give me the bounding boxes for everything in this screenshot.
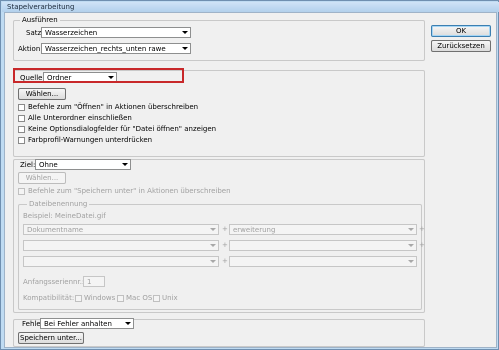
suppress-open-dialogs-label: Keine Optionsdialogfelder für "Datei öff… [28, 125, 217, 133]
chevron-down-icon [122, 163, 128, 166]
compatibility-label: Kompatibilität: [23, 294, 75, 302]
destination-select[interactable]: Ohne [35, 159, 131, 170]
chevron-down-icon [210, 260, 216, 263]
compat-unix-label: Unix [162, 294, 178, 302]
naming-row2-end-separator: + [419, 241, 425, 249]
naming-row3-left-select[interactable] [23, 256, 219, 267]
suppress-open-dialogs-checkbox[interactable] [18, 126, 25, 133]
naming-row1-separator: + [222, 225, 228, 233]
chevron-down-icon [408, 244, 414, 247]
destination-select-value: Ohne [39, 161, 58, 169]
compat-windows-checkbox[interactable] [75, 295, 82, 302]
chevron-down-icon [408, 260, 414, 263]
naming-row3-separator: + [222, 257, 228, 265]
naming-row2-left-select[interactable] [23, 240, 219, 251]
run-group: Ausführen Satz: Wasserzeichen Aktion: Wa… [13, 16, 425, 61]
title-bar: Stapelverarbeitung [2, 2, 499, 12]
file-naming-legend: Dateibenennung [27, 200, 90, 208]
errors-select[interactable]: Bei Fehler anhalten [40, 318, 134, 329]
start-number-label: Anfangsseriennr.: [23, 278, 85, 286]
naming-row1-right-select[interactable]: erweiterung [229, 224, 417, 235]
batch-dialog-window: Stapelverarbeitung Ausführen Satz: Wasse… [0, 0, 499, 350]
chevron-down-icon [182, 31, 188, 34]
suppress-color-warnings-checkbox[interactable] [18, 137, 25, 144]
chevron-down-icon [125, 322, 131, 325]
start-number-input[interactable]: 1 [83, 276, 105, 287]
override-save-checkbox[interactable] [18, 188, 25, 195]
chevron-down-icon [210, 244, 216, 247]
compat-unix-checkbox[interactable] [153, 295, 160, 302]
override-save-label: Befehle zum "Speichern unter" in Aktione… [28, 187, 231, 195]
errors-group: Fehler: Bei Fehler anhalten Speichern un… [13, 318, 425, 347]
include-subfolders-checkbox[interactable] [18, 115, 25, 122]
naming-row1-end-separator: + [419, 225, 425, 233]
naming-row1-right-value: erweiterung [233, 226, 276, 234]
compat-mac-checkbox[interactable] [117, 295, 124, 302]
compat-windows-label: Windows [84, 294, 116, 302]
dialog-body: Ausführen Satz: Wasserzeichen Aktion: Wa… [4, 12, 497, 348]
errors-select-value: Bei Fehler anhalten [44, 320, 112, 328]
file-naming-group: Dateibenennung Beispiel: MeineDatei.gif … [18, 200, 425, 310]
run-group-legend: Ausführen [20, 16, 60, 24]
source-highlight-frame [13, 68, 184, 83]
destination-group: Ziel: Ohne Wählen... Befehle zum "Speich… [13, 159, 425, 313]
destination-choose-button[interactable]: Wählen... [18, 172, 66, 184]
naming-example-label: Beispiel: MeineDatei.gif [23, 212, 106, 220]
action-select-value: Wasserzeichen_rechts_unten rawe [45, 45, 166, 53]
set-select-value: Wasserzeichen [45, 29, 98, 37]
override-open-checkbox[interactable] [18, 104, 25, 111]
ok-button[interactable]: OK [431, 25, 491, 37]
naming-row2-separator: + [222, 241, 228, 249]
override-open-label: Befehle zum "Öffnen" in Aktionen übersch… [28, 103, 199, 111]
compat-mac-label: Mac OS [126, 294, 153, 302]
naming-row3-right-select[interactable] [229, 256, 417, 267]
naming-row1-left-value: Dokumentname [27, 226, 84, 234]
naming-row2-right-select[interactable] [229, 240, 417, 251]
naming-row1-left-select[interactable]: Dokumentname [23, 224, 219, 235]
chevron-down-icon [182, 47, 188, 50]
action-select[interactable]: Wasserzeichen_rechts_unten rawe [41, 43, 191, 54]
chevron-down-icon [408, 228, 414, 231]
source-group: Quelle: Ordner Wählen... Befehle zum "Öf… [13, 70, 425, 157]
chevron-down-icon [210, 228, 216, 231]
include-subfolders-label: Alle Unterordner einschließen [28, 114, 132, 122]
reset-button[interactable]: Zurücksetzen [431, 40, 491, 52]
set-select[interactable]: Wasserzeichen [41, 27, 191, 38]
source-choose-button[interactable]: Wählen... [18, 88, 66, 100]
window-title: Stapelverarbeitung [7, 3, 75, 11]
suppress-color-warnings-label: Farbprofil-Warnungen unterdrücken [28, 136, 153, 144]
destination-label: Ziel: [20, 161, 36, 169]
save-as-button[interactable]: Speichern unter... [18, 332, 84, 344]
action-label: Aktion: [18, 45, 43, 53]
